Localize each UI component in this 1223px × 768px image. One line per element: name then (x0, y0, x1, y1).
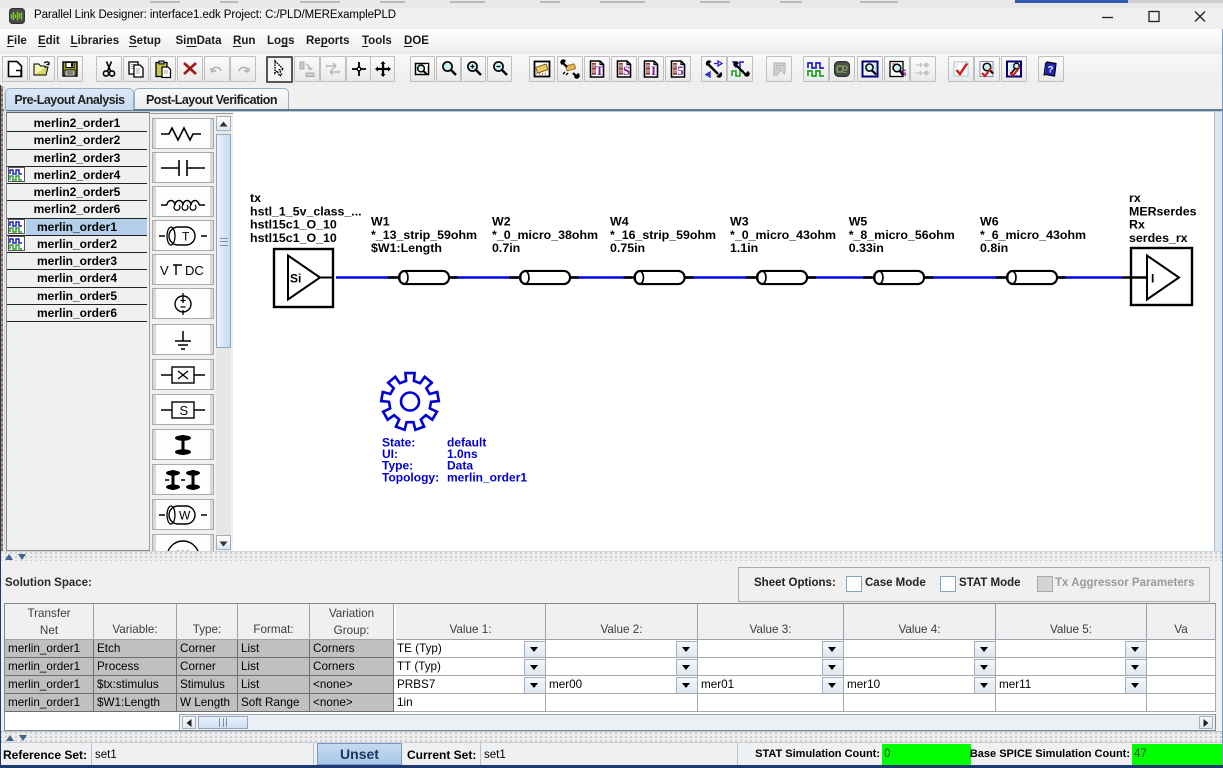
svg-text:*_6_micro_43ohm: *_6_micro_43ohm (980, 228, 1086, 242)
svg-text:MERserdes: MERserdes (1129, 204, 1197, 218)
svg-text:W3: W3 (730, 215, 749, 229)
svg-text:serdes_rx: serdes_rx (1129, 231, 1188, 245)
svg-text:hstl15c1_O_10: hstl15c1_O_10 (250, 231, 337, 245)
svg-text:merlin_order1: merlin_order1 (447, 470, 527, 484)
svg-text:hstl15c1_O_10: hstl15c1_O_10 (250, 218, 337, 232)
svg-text:*_8_micro_56ohm: *_8_micro_56ohm (849, 228, 955, 242)
svg-text:I: I (651, 64, 656, 78)
svg-text:1.1in: 1.1in (730, 241, 758, 255)
svg-text:Topology:: Topology: (382, 470, 439, 484)
svg-text:0.33in: 0.33in (849, 241, 884, 255)
svg-text:Rx: Rx (1129, 218, 1145, 232)
svg-text:I: I (1151, 272, 1154, 286)
svg-text:T: T (182, 229, 190, 243)
svg-text:W5: W5 (849, 215, 868, 229)
svg-text:?: ? (1048, 65, 1054, 76)
svg-text:S: S (180, 403, 189, 418)
svg-text:Si: Si (290, 272, 301, 286)
svg-text:T: T (595, 64, 604, 78)
svg-text:W2: W2 (492, 215, 511, 229)
svg-text:W: W (179, 508, 191, 522)
svg-text:*_13_strip_59ohm: *_13_strip_59ohm (371, 228, 477, 242)
svg-text:W1: W1 (371, 215, 390, 229)
svg-text:DC: DC (185, 263, 204, 278)
svg-text:*_16_strip_59ohm: *_16_strip_59ohm (610, 228, 716, 242)
svg-text:hstl_1_5v_class_...: hstl_1_5v_class_... (250, 204, 362, 218)
svg-text:$W1:Length: $W1:Length (371, 241, 442, 255)
svg-text:*_0_micro_43ohm: *_0_micro_43ohm (730, 228, 836, 242)
svg-text:rx: rx (1129, 191, 1141, 205)
svg-text:W6: W6 (980, 215, 999, 229)
svg-text:tx: tx (250, 191, 261, 205)
svg-text:V: V (160, 263, 169, 278)
svg-text:0.8in: 0.8in (980, 241, 1008, 255)
svg-text:5: 5 (677, 64, 683, 78)
svg-text:W4: W4 (610, 215, 629, 229)
svg-text:0.75in: 0.75in (610, 241, 645, 255)
svg-text:0.7in: 0.7in (492, 241, 520, 255)
svg-text:*_0_micro_38ohm: *_0_micro_38ohm (492, 228, 598, 242)
svg-text:S: S (623, 64, 630, 78)
